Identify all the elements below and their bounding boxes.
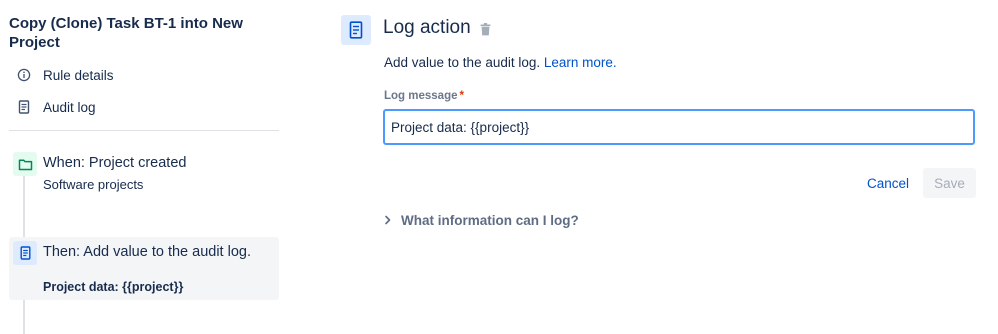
log-action-icon (341, 15, 371, 45)
required-marker: * (459, 90, 464, 102)
trash-icon[interactable] (478, 21, 492, 37)
trigger-component[interactable]: When: Project created Software projects (9, 152, 279, 196)
cancel-button[interactable]: Cancel (858, 168, 918, 198)
audit-log-link[interactable]: Audit log (9, 96, 96, 118)
audit-log-label: Audit log (43, 99, 96, 115)
what-info-label: What information can I log? (401, 212, 579, 228)
description-text: Add value to the audit log. (384, 55, 541, 70)
what-info-expander[interactable]: What information can I log? (384, 210, 579, 230)
trigger-title: When: Project created (43, 155, 187, 171)
sidebar-divider (9, 130, 279, 131)
action-title: Then: Add value to the audit log. (43, 244, 251, 260)
chevron-right-icon (384, 215, 396, 225)
log-message-input[interactable] (383, 109, 975, 145)
action-component[interactable]: Then: Add value to the audit log. Projec… (9, 237, 279, 300)
info-icon (11, 68, 37, 82)
log-message-label: Log message * (384, 90, 464, 102)
trigger-subtitle: Software projects (43, 177, 144, 192)
panel-description: Add value to the audit log. Learn more. (384, 55, 617, 70)
document-icon (11, 100, 37, 114)
document-icon (13, 241, 37, 265)
action-subtitle: Project data: {{project}} (43, 280, 184, 294)
rule-title: Copy (Clone) Task BT-1 into New Project (9, 15, 243, 51)
rule-details-link[interactable]: Rule details (9, 64, 114, 86)
save-button[interactable]: Save (923, 168, 976, 198)
rule-details-label: Rule details (43, 67, 114, 83)
rule-sidebar: Copy (Clone) Task BT-1 into New Project … (0, 0, 290, 334)
panel-title: Log action (383, 17, 471, 38)
folder-icon (13, 152, 37, 176)
log-message-label-text: Log message (384, 90, 458, 102)
learn-more-link[interactable]: Learn more. (544, 55, 617, 70)
